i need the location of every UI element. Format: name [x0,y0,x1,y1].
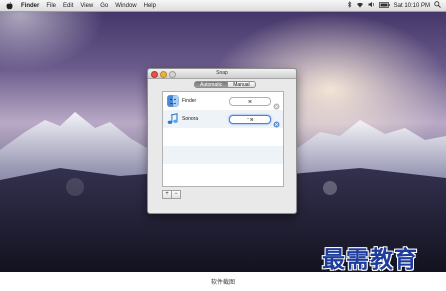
menu-help[interactable]: Help [144,3,156,9]
menu-clock[interactable]: Sat 10:10 PM [394,3,430,9]
menu-file[interactable]: File [46,3,56,9]
list-button-bar: + − [162,190,181,199]
shortcut-field[interactable]: ⌃⌘ [229,115,271,124]
bluetooth-icon[interactable] [347,1,352,10]
watermark-text: 最需教育 [322,246,418,272]
figure-caption: 软件截图 [210,280,235,286]
volume-icon[interactable] [368,1,375,10]
desktop: Finder File Edit View Go Window Help Sat… [0,0,446,272]
snap-preferences-window: Snap Automatic Manual Finder ⌘ Sonora ⌃⌘… [147,68,297,214]
menu-bar: Finder File Edit View Go Window Help Sat… [0,0,446,12]
tab-manual[interactable]: Manual [228,81,256,88]
menu-go[interactable]: Go [100,3,108,9]
menu-edit[interactable]: Edit [63,3,73,9]
window-title: Snap [216,70,228,76]
clear-shortcut-icon[interactable] [273,115,280,128]
list-item-empty [163,146,283,164]
tab-automatic[interactable]: Automatic [194,81,229,88]
menu-finder[interactable]: Finder [21,3,39,9]
app-name: Sonora [182,116,199,122]
spotlight-icon[interactable] [434,1,441,10]
window-titlebar[interactable]: Snap [148,69,296,79]
list-item-sonora[interactable]: Sonora ⌃⌘ [163,110,283,128]
clear-shortcut-icon[interactable] [273,97,280,110]
list-item-empty [163,128,283,146]
battery-icon[interactable] [378,1,390,10]
list-item-empty [163,164,283,182]
tab-group: Automatic Manual [194,81,256,88]
menu-view[interactable]: View [80,3,93,9]
list-item-finder[interactable]: Finder ⌘ [163,92,283,110]
sonora-icon [167,113,178,124]
add-app-button[interactable]: + [162,190,172,199]
apple-icon[interactable] [5,1,14,10]
finder-icon [167,95,179,107]
app-name: Finder [182,98,197,104]
remove-app-button[interactable]: − [172,190,181,199]
menu-window[interactable]: Window [115,3,136,9]
app-shortcut-list: Finder ⌘ Sonora ⌃⌘ [162,91,284,187]
shortcut-field[interactable]: ⌘ [229,97,271,106]
wifi-icon[interactable] [356,1,364,10]
